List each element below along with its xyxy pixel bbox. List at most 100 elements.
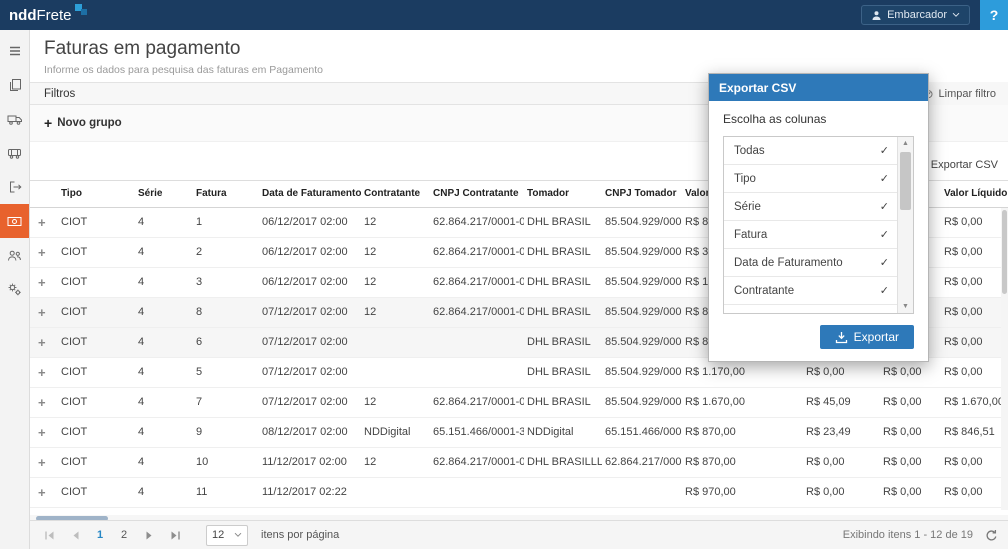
- first-page-button[interactable]: [38, 524, 60, 546]
- cell-cnpj-contratante: 62.864.217/0001-05: [430, 267, 524, 297]
- cell-tipo: CIOT: [58, 447, 135, 477]
- table-row[interactable]: + CIOT 4 7 07/12/2017 02:00 12 62.864.21…: [30, 387, 1008, 417]
- page-number-1[interactable]: 1: [90, 525, 110, 545]
- new-group-button[interactable]: + Novo grupo: [44, 116, 122, 130]
- table-row[interactable]: + CIOT 4 10 11/12/2017 02:00 12 62.864.2…: [30, 447, 1008, 477]
- cell-fatura: 10: [193, 447, 259, 477]
- cell-serie: 4: [135, 477, 193, 507]
- expand-row-icon[interactable]: +: [33, 335, 46, 350]
- cell-cnpj-tomador: 62.864.217/0001-05: [602, 447, 682, 477]
- topbar: nddFrete Embarcador ?: [0, 0, 1008, 30]
- column-option[interactable]: Tipo ✓: [724, 165, 897, 193]
- scroll-down-icon[interactable]: ▼: [898, 303, 913, 310]
- sidebar-item-documents[interactable]: [0, 68, 29, 102]
- expand-row-icon[interactable]: +: [33, 245, 46, 260]
- help-button[interactable]: ?: [980, 0, 1008, 30]
- sidebar-item-truck[interactable]: [0, 102, 29, 136]
- vertical-scrollbar-thumb[interactable]: [1002, 210, 1007, 294]
- cell-data-faturamento: 06/12/2017 02:00: [259, 237, 361, 267]
- column-header-tipo[interactable]: Tipo: [58, 181, 135, 207]
- sidebar-item-fleet[interactable]: [0, 136, 29, 170]
- check-icon: ✓: [880, 284, 889, 297]
- sidebar-item-payments[interactable]: [0, 204, 29, 238]
- cell-fatura: 5: [193, 357, 259, 387]
- dialog-list-scrollbar[interactable]: ▲ ▼: [897, 137, 913, 313]
- table-row[interactable]: + CIOT 4 11 11/12/2017 02:22 R$ 970,00 R…: [30, 477, 1008, 507]
- expand-row-icon[interactable]: +: [33, 365, 46, 380]
- expand-row-icon[interactable]: +: [33, 455, 46, 470]
- cell-cnpj-tomador: 85.504.929/0001-00: [602, 357, 682, 387]
- page-number-2[interactable]: 2: [114, 525, 134, 545]
- refresh-button[interactable]: [985, 529, 998, 542]
- dialog-scrollbar-thumb[interactable]: [900, 152, 911, 210]
- cell-tipo: CIOT: [58, 417, 135, 447]
- cell-cnpj-contratante: [430, 357, 524, 387]
- cell-cnpj-contratante: 62.864.217/0001-05: [430, 447, 524, 477]
- export-button-label: Exportar: [854, 330, 899, 344]
- export-button[interactable]: Exportar: [820, 325, 914, 349]
- column-header-contratante[interactable]: Contratante: [361, 181, 430, 207]
- logo-mark-icon: [81, 9, 87, 15]
- expand-row-icon[interactable]: +: [33, 215, 46, 230]
- page-title: Faturas em pagamento: [44, 38, 994, 60]
- cell-serie: 4: [135, 207, 193, 237]
- column-option-label: Data de Faturamento: [734, 257, 843, 269]
- previous-page-icon: [70, 530, 81, 541]
- cell-tipo: CIOT: [58, 237, 135, 267]
- cell-data-faturamento: 07/12/2017 02:00: [259, 297, 361, 327]
- sidebar-item-users[interactable]: [0, 238, 29, 272]
- cell-valor-liquido: R$ 0,00: [941, 327, 1008, 357]
- cell-cnpj-contratante: [430, 477, 524, 507]
- user-menu-label: Embarcador: [887, 9, 947, 21]
- user-menu-button[interactable]: Embarcador: [861, 5, 970, 25]
- column-header-cnpj-contratante[interactable]: CNPJ Contratante: [430, 181, 524, 207]
- column-header-serie[interactable]: Série: [135, 181, 193, 207]
- column-header-fatura[interactable]: Fatura: [193, 181, 259, 207]
- cell-fatura: 9: [193, 417, 259, 447]
- column-header-cnpj-tomador[interactable]: CNPJ Tomador: [602, 181, 682, 207]
- last-page-button[interactable]: [164, 524, 186, 546]
- cell-data-faturamento: 11/12/2017 02:00: [259, 447, 361, 477]
- next-page-button[interactable]: [138, 524, 160, 546]
- clear-filter-label: Limpar filtro: [939, 88, 996, 100]
- cell-taxas: R$ 0,00: [880, 417, 941, 447]
- column-option[interactable]: CNPJ Contratante ✓: [724, 305, 897, 314]
- vertical-scrollbar[interactable]: [1001, 208, 1008, 510]
- cell-fatura: 7: [193, 387, 259, 417]
- cell-tomador: DHL BRASIL: [524, 327, 602, 357]
- cell-contratante: 12: [361, 387, 430, 417]
- sidebar-item-menu[interactable]: [0, 34, 29, 68]
- scroll-up-icon[interactable]: ▲: [898, 140, 913, 147]
- download-icon: [835, 331, 848, 344]
- expand-row-icon[interactable]: +: [33, 425, 46, 440]
- cell-taxas: R$ 0,00: [880, 387, 941, 417]
- check-icon: ✓: [880, 144, 889, 157]
- export-csv-dialog: Exportar CSV Escolha as colunas Todas ✓ …: [708, 73, 929, 362]
- cell-tipo: CIOT: [58, 357, 135, 387]
- expand-row-icon[interactable]: +: [33, 305, 46, 320]
- expand-row-icon[interactable]: +: [33, 485, 46, 500]
- previous-page-button[interactable]: [64, 524, 86, 546]
- table-row[interactable]: + CIOT 4 9 08/12/2017 02:00 NDDigital 65…: [30, 417, 1008, 447]
- expand-row-icon[interactable]: +: [33, 275, 46, 290]
- cell-serie: 4: [135, 447, 193, 477]
- column-header-valor-liquido[interactable]: Valor Líquido: [941, 181, 1008, 207]
- column-option[interactable]: Contratante ✓: [724, 277, 897, 305]
- column-options: Todas ✓ Tipo ✓ Série ✓ Fatura ✓: [724, 137, 897, 314]
- column-option[interactable]: Fatura ✓: [724, 221, 897, 249]
- cell-cnpj-tomador: 65.151.466/0001-33: [602, 417, 682, 447]
- cell-data-faturamento: 07/12/2017 02:00: [259, 327, 361, 357]
- cell-cnpj-tomador: 85.504.929/0001-00: [602, 237, 682, 267]
- column-option[interactable]: Série ✓: [724, 193, 897, 221]
- sidebar-item-exit[interactable]: [0, 170, 29, 204]
- cell-data-faturamento: 08/12/2017 02:00: [259, 417, 361, 447]
- check-icon: ✓: [880, 312, 889, 314]
- expand-row-icon[interactable]: +: [33, 395, 46, 410]
- column-option[interactable]: Todas ✓: [724, 137, 897, 165]
- column-header-tomador[interactable]: Tomador: [524, 181, 602, 207]
- column-header-data-faturamento[interactable]: Data de Faturamento ↑: [259, 181, 361, 207]
- sidebar-item-settings[interactable]: [0, 272, 29, 306]
- page-size-dropdown[interactable]: 12: [206, 525, 248, 546]
- cell-cnpj-contratante: 62.864.217/0001-05: [430, 387, 524, 417]
- column-option[interactable]: Data de Faturamento ✓: [724, 249, 897, 277]
